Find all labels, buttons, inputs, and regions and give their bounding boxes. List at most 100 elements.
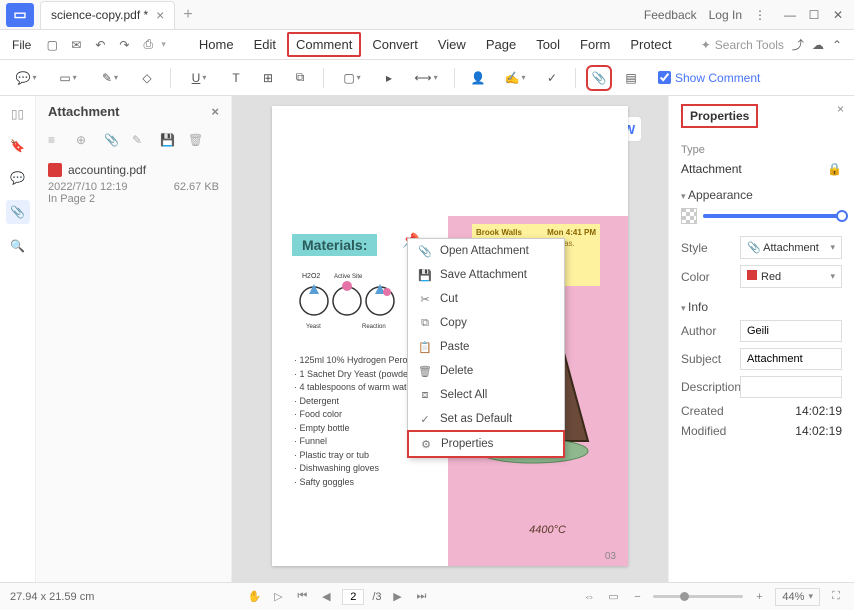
info-section[interactable]: Info [681,300,842,314]
text-tool[interactable]: T [223,65,249,91]
page-input[interactable] [342,589,364,605]
zoom-out-icon[interactable]: − [629,589,645,605]
zoom-select[interactable]: 44% ▾ [775,588,820,606]
description-input[interactable] [740,376,842,398]
delete-icon: 🗑 [418,364,432,378]
menu-form[interactable]: Form [571,32,619,57]
menu-protect[interactable]: Protect [621,32,680,57]
stamp-tool[interactable]: 👤 [465,65,491,91]
edit-attach-icon[interactable]: ✎ [132,133,148,149]
callout-tool[interactable]: ⧉ [287,65,313,91]
collapse-ribbon-icon[interactable]: ⌃ [832,38,842,52]
select-all-icon: ⧈ [418,388,432,402]
pencil-tool[interactable]: ✎ [92,65,128,91]
lock-icon[interactable]: 🔒 [827,162,842,176]
add-tab-button[interactable]: + [183,6,192,24]
textbox-tool[interactable]: ⊞ [255,65,281,91]
menu-file[interactable]: File [4,34,39,56]
search-tab[interactable]: 🔍 [8,236,28,256]
fit-width-icon[interactable]: ⇔ [581,589,597,605]
color-select[interactable]: Red ▾ [740,265,842,288]
ctx-set-default[interactable]: ✓Set as Default [408,407,564,431]
close-properties-icon[interactable]: × [837,102,844,116]
close-tab-icon[interactable]: × [156,7,164,23]
ctx-save-attachment[interactable]: 💾Save Attachment [408,263,564,287]
shape-arrow-tool[interactable]: ▸ [376,65,402,91]
ctx-cut[interactable]: ✂Cut [408,287,564,311]
menu-view[interactable]: View [429,32,475,57]
feedback-link[interactable]: Feedback [644,8,697,22]
thumbnails-tab[interactable]: ▯▯ [8,104,28,124]
share-icon[interactable]: ⤴ [792,36,804,53]
close-window-button[interactable]: ✕ [828,5,848,25]
link-attach-icon[interactable]: 📎 [104,133,120,149]
save-icon[interactable]: ▢ [41,34,63,56]
ctx-paste[interactable]: 📋Paste [408,335,564,359]
style-select[interactable]: 📎 Attachment ▾ [740,236,842,259]
comments-tab[interactable]: 💬 [8,168,28,188]
list-view-icon[interactable]: ≡ [48,133,64,149]
next-page-icon[interactable]: ▶ [390,589,406,605]
menu-home[interactable]: Home [190,32,243,57]
appearance-section[interactable]: Appearance [681,188,842,202]
ctx-delete[interactable]: 🗑Delete [408,359,564,383]
fit-page-icon[interactable]: ▭ [605,589,621,605]
menu-comment[interactable]: Comment [287,32,361,57]
ctx-select-all[interactable]: ⧈Select All [408,383,564,407]
menu-edit[interactable]: Edit [245,32,285,57]
menu-tool[interactable]: Tool [527,32,569,57]
save-attach-icon[interactable]: 💾 [160,133,176,149]
eraser-tool[interactable]: ◇ [134,65,160,91]
delete-attach-icon[interactable]: 🗑 [188,133,204,149]
comment-list-tool[interactable]: ▤ [618,65,644,91]
bookmarks-tab[interactable]: 🔖 [8,136,28,156]
last-page-icon[interactable]: ⏭ [414,589,430,605]
document-page[interactable]: Materials: 📌 Brook Walls Mon 4:41 PM sla… [272,106,628,566]
login-link[interactable]: Log In [709,8,742,22]
attachment-tool[interactable]: 📎 [586,65,612,91]
attachment-entry[interactable]: accounting.pdf 2022/7/10 12:19 62.67 KB … [36,155,231,213]
prev-page-icon[interactable]: ◀ [318,589,334,605]
opacity-slider[interactable] [703,214,842,218]
redo-icon[interactable]: ↷ [113,34,135,56]
type-value: Attachment [681,162,742,176]
undo-icon[interactable]: ↶ [89,34,111,56]
cloud-icon[interactable]: ☁ [812,38,824,52]
first-page-icon[interactable]: ⏮ [294,589,310,605]
maximize-button[interactable]: ☐ [804,5,824,25]
measure-tool[interactable]: ⟷ [408,65,444,91]
author-input[interactable] [740,320,842,342]
zoom-in-icon[interactable]: + [751,589,767,605]
document-tab[interactable]: science-copy.pdf * × [40,1,175,29]
mail-icon[interactable]: ✉ [65,34,87,56]
materials-list: 125ml 10% Hydrogen Peroxid 1 Sachet Dry … [294,354,419,489]
show-comment-checkbox[interactable] [658,71,671,84]
signature-tool[interactable]: ✍ [497,65,533,91]
search-tools-input[interactable]: ✦ Search Tools [701,38,784,52]
menu-convert[interactable]: Convert [363,32,427,57]
hand-tool-icon[interactable]: ✋ [246,589,262,605]
note-tool[interactable]: 💬 [8,65,44,91]
shape-rect-tool[interactable]: ▢ [334,65,370,91]
select-tool-icon[interactable]: ▷ [270,589,286,605]
kebab-menu-icon[interactable]: ⋮ [754,8,766,22]
stamp2-tool[interactable]: ✓ [539,65,565,91]
subject-input[interactable] [740,348,842,370]
add-attach-icon[interactable]: ⊕ [76,133,92,149]
ctx-copy[interactable]: ⧉Copy [408,311,564,335]
show-comment-toggle[interactable]: Show Comment [658,71,760,85]
zoom-slider[interactable] [653,595,743,598]
ctx-properties[interactable]: ⚙Properties [407,430,565,458]
open-icon: 📎 [418,244,432,258]
underline-tool[interactable]: U [181,65,217,91]
close-panel-icon[interactable]: × [211,104,219,119]
minimize-button[interactable]: — [780,5,800,25]
highlight-tool[interactable]: ▭ [50,65,86,91]
print-icon[interactable]: ⎙ [137,34,159,56]
attachments-tab[interactable]: 📎 [6,200,30,224]
menu-page[interactable]: Page [477,32,525,57]
ctx-open-attachment[interactable]: 📎Open Attachment [408,239,564,263]
fullscreen-icon[interactable]: ⛶ [828,589,844,605]
author-label: Author [681,324,731,338]
chevron-down-icon: ▾ [830,271,835,282]
